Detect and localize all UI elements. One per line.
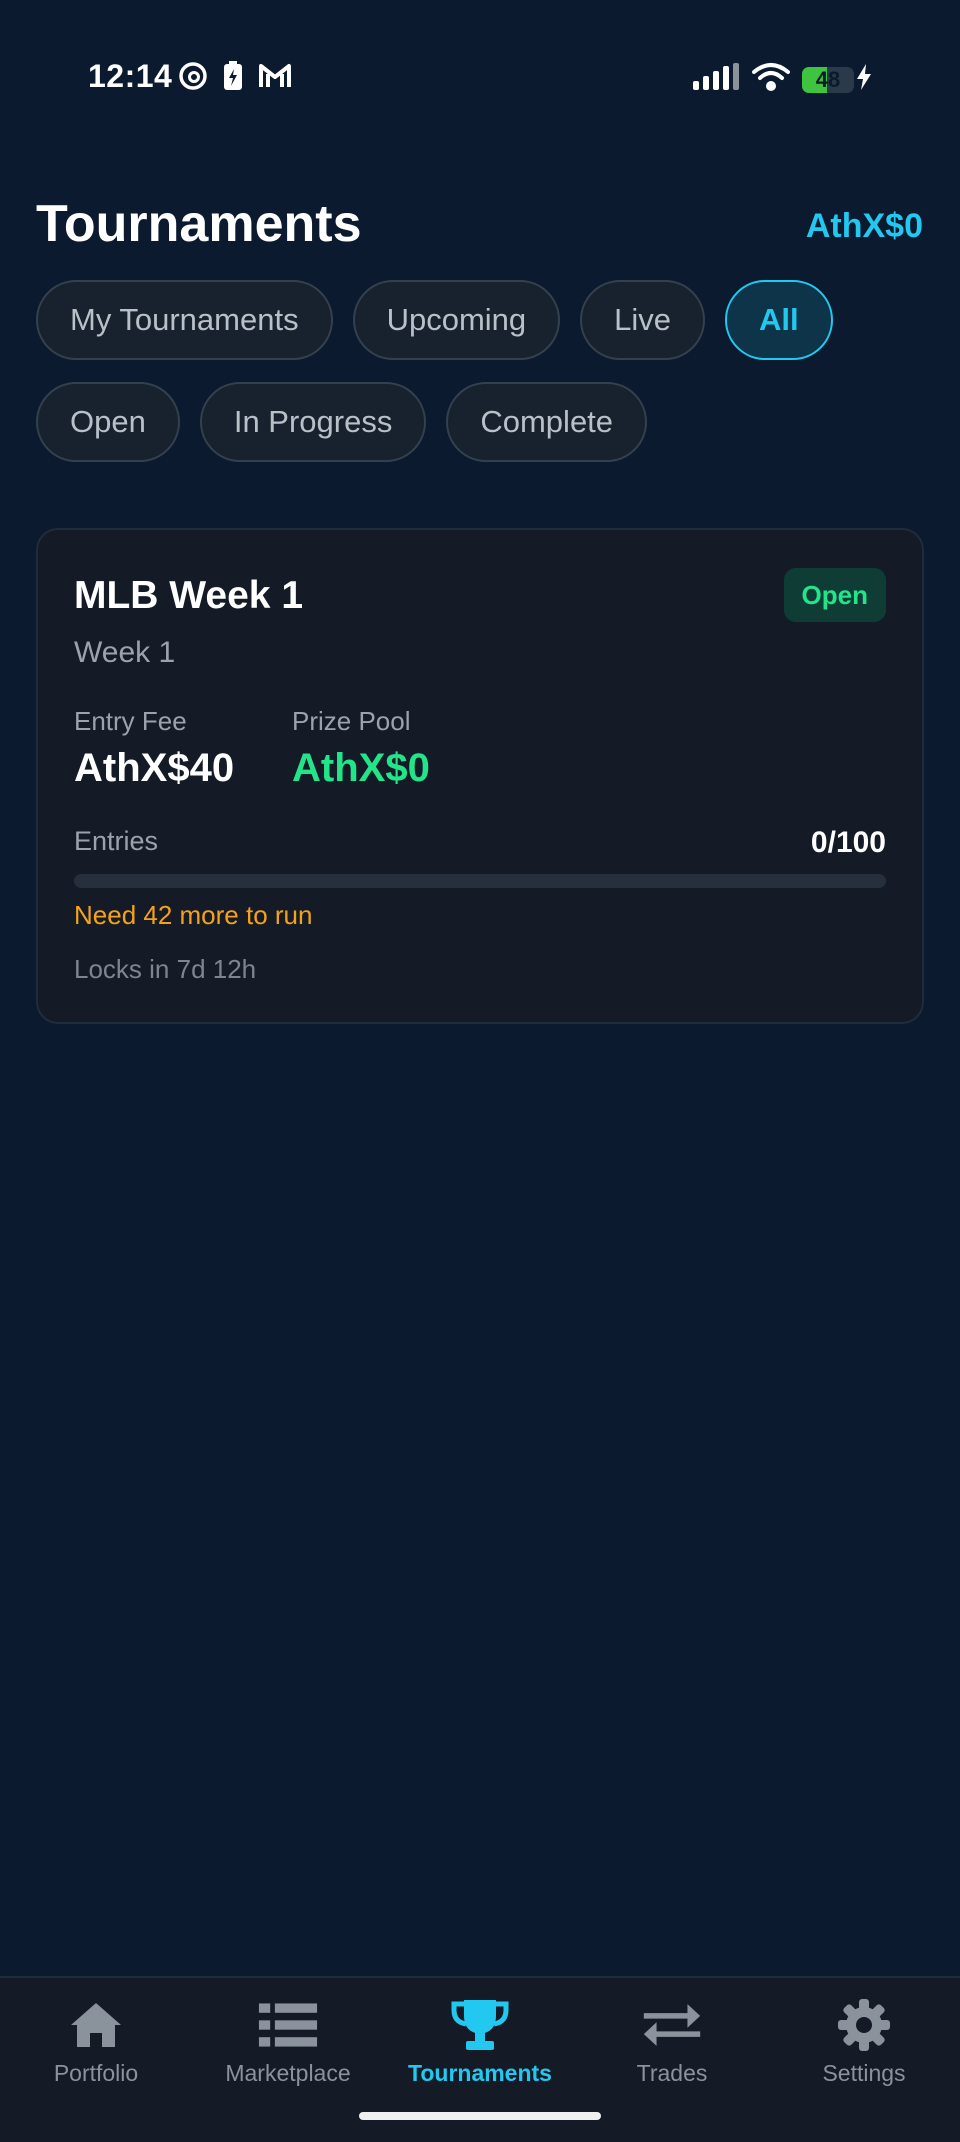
prize-pool-label: Prize Pool — [292, 706, 411, 736]
battery-level: 48 — [815, 66, 841, 92]
system-icons: 48 — [692, 62, 872, 97]
filter-complete[interactable]: Complete — [446, 382, 648, 462]
filter-row-primary: My Tournaments Upcoming Live All — [36, 280, 833, 360]
home-icon — [66, 1998, 126, 2052]
status-bar: 12:14 48 — [0, 48, 960, 108]
gear-icon — [834, 1998, 894, 2052]
battery-icon: 48 — [802, 66, 854, 93]
nav-label-marketplace: Marketplace — [225, 2060, 351, 2086]
wifi-icon — [752, 62, 790, 97]
filter-my-tournaments[interactable]: My Tournaments — [36, 280, 333, 360]
status-badge: Open — [783, 568, 886, 622]
prize-pool-value: AthX$0 — [292, 746, 430, 790]
filter-in-progress[interactable]: In Progress — [199, 382, 427, 462]
home-indicator[interactable] — [359, 2112, 601, 2120]
nav-marketplace[interactable]: Marketplace — [192, 1998, 384, 2098]
filter-upcoming[interactable]: Upcoming — [352, 280, 561, 360]
nav-label-settings: Settings — [822, 2060, 906, 2086]
nav-settings[interactable]: Settings — [768, 1998, 960, 2098]
entries-progress-bar — [74, 874, 886, 888]
filter-open[interactable]: Open — [36, 382, 180, 462]
tournament-subtitle: Week 1 — [74, 636, 176, 669]
filter-live[interactable]: Live — [580, 280, 706, 360]
locks-in-text: Locks in 7d 12h — [74, 954, 257, 984]
battery-saver-icon — [222, 60, 244, 97]
nav-label-trades: Trades — [636, 2060, 708, 2086]
trophy-icon — [450, 1998, 510, 2052]
list-icon — [258, 1998, 318, 2052]
charging-icon — [856, 64, 872, 95]
notification-icons — [178, 60, 292, 97]
threads-icon — [178, 60, 208, 97]
entries-label: Entries — [74, 826, 159, 856]
signal-icon — [692, 63, 740, 96]
filter-row-status: Open In Progress Complete — [36, 382, 648, 462]
swap-arrows-icon — [642, 1998, 702, 2052]
tournament-card[interactable]: MLB Week 1 Week 1 Open Entry Fee AthX$40… — [36, 528, 924, 1024]
nav-label-portfolio: Portfolio — [53, 2060, 139, 2086]
nav-portfolio[interactable]: Portfolio — [0, 1998, 192, 2098]
entry-fee-value: AthX$40 — [74, 746, 235, 790]
filter-all[interactable]: All — [725, 280, 833, 360]
entries-count: 0/100 — [810, 826, 886, 859]
status-time: 12:14 — [88, 58, 173, 94]
nav-label-tournaments: Tournaments — [408, 2060, 552, 2086]
page-title: Tournaments — [36, 195, 362, 253]
nav-trades[interactable]: Trades — [576, 1998, 768, 2098]
gmail-icon — [258, 62, 292, 95]
balance[interactable]: AthX$0 — [806, 207, 923, 246]
nav-tournaments[interactable]: Tournaments — [384, 1998, 576, 2098]
tournament-title: MLB Week 1 — [74, 574, 304, 617]
entry-fee-label: Entry Fee — [74, 706, 187, 736]
need-more-text: Need 42 more to run — [74, 900, 313, 930]
